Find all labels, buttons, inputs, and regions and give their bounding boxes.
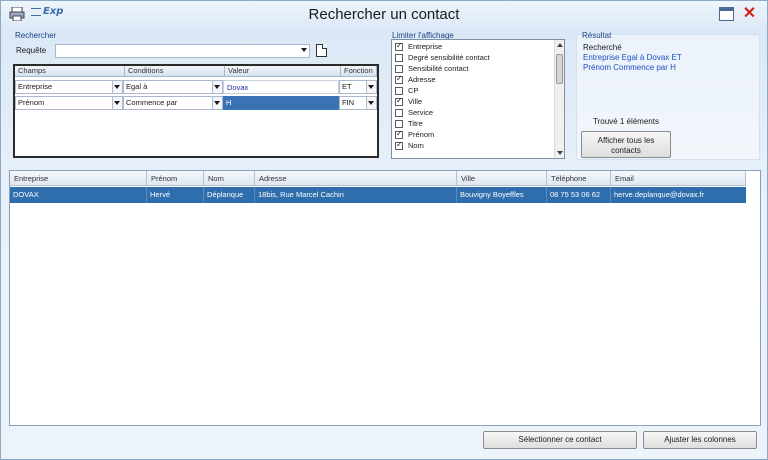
cell-adresse: 18bis, Rue Marcel Cachin [255, 187, 457, 203]
checkbox[interactable] [395, 109, 403, 117]
grid-header-adresse[interactable]: Adresse [255, 171, 457, 186]
checklist-item[interactable]: Prénom [395, 129, 435, 140]
checkbox[interactable] [395, 87, 403, 95]
checklist-item[interactable]: Adresse [395, 74, 436, 85]
cell-telephone: 08 75 53 06 62 [547, 187, 611, 203]
checklist-item-label: CP [408, 86, 419, 95]
checkbox[interactable] [395, 129, 403, 139]
checkbox[interactable] [395, 41, 403, 51]
criteria-function-select[interactable]: ET [339, 80, 377, 94]
checkbox[interactable] [395, 65, 403, 73]
checkbox[interactable] [395, 54, 403, 62]
show-all-contacts-button[interactable]: Afficher tous les contacts [581, 131, 671, 158]
checklist-item[interactable]: Service [395, 108, 433, 118]
criteria-function-select[interactable]: FIN [339, 96, 377, 110]
criteria-function-value: FIN [342, 98, 355, 107]
select-contact-button[interactable]: Sélectionner ce contact [483, 431, 637, 449]
chevron-down-icon [368, 101, 374, 105]
found-count: Trouvé 1 éléments [593, 117, 659, 126]
checklist-item-label: Degré sensibilité contact [408, 53, 490, 62]
query-combobox[interactable] [55, 44, 310, 58]
criteria-field-value: Prénom [18, 98, 45, 107]
grid-header-ville[interactable]: Ville [457, 171, 547, 186]
cell-prenom: Hervé [147, 187, 204, 203]
checklist-item-label: Titre [408, 119, 423, 128]
checklist-item-label: Prénom [408, 130, 435, 139]
criteria-condition-select[interactable]: Egal à [123, 80, 223, 94]
table-row[interactable]: DOVAX Hervé Déplanque 18bis, Rue Marcel … [10, 187, 746, 203]
scroll-down-icon[interactable] [557, 151, 563, 155]
criteria-value-input[interactable]: H [223, 96, 339, 110]
criteria-condition-value: Egal à [126, 82, 148, 91]
criteria-field-select[interactable]: Entreprise [15, 80, 123, 94]
result-searched-label: Recherché [583, 43, 622, 52]
checklist-item[interactable]: Titre [395, 119, 423, 129]
scroll-thumb[interactable] [556, 54, 563, 84]
contact-search-window: Exp Rechercher un contact ✕ Rechercher R… [0, 0, 768, 460]
checklist-item[interactable]: Ville [395, 96, 423, 107]
criteria-field-value: Entreprise [18, 82, 53, 91]
checkbox[interactable] [395, 120, 403, 128]
query-label: Requête [16, 46, 47, 55]
scroll-up-icon[interactable] [557, 43, 563, 47]
chevron-down-icon [214, 101, 220, 105]
criteria-header-value: Valeur [225, 66, 341, 77]
show-all-label-line1: Afficher tous les [597, 136, 655, 145]
criteria-condition-value: Commence par [126, 98, 178, 107]
checkbox[interactable] [395, 74, 403, 84]
checklist-item-label: Service [408, 108, 434, 117]
contacts-grid: Entreprise Prénom Nom Adresse Ville Télé… [9, 170, 761, 426]
grid-header-email[interactable]: Email [611, 171, 746, 186]
grid-header-telephone[interactable]: Téléphone [547, 171, 611, 186]
criteria-header-condition: Conditions [125, 66, 225, 77]
title-bar: Exp Rechercher un contact ✕ [1, 1, 767, 29]
checklist-item[interactable]: Nom [395, 140, 424, 151]
new-document-icon[interactable] [316, 44, 327, 57]
checklist-item[interactable]: Entreprise [395, 41, 443, 52]
chevron-down-icon [368, 85, 374, 89]
checklist-item[interactable]: CP [395, 86, 418, 96]
result-group-label: Résultat [582, 31, 612, 40]
criteria-value-input[interactable]: Dovax [223, 80, 339, 94]
criteria-grid: Champs Conditions Valeur Fonction Entrep… [13, 64, 379, 158]
grid-header-prenom[interactable]: Prénom [147, 171, 204, 186]
result-criteria-line1: Entreprise Egal à Dovax ET [583, 53, 682, 62]
cell-email: herve.deplanque@dovax.fr [614, 190, 705, 199]
criteria-condition-select[interactable]: Commence par [123, 96, 223, 110]
grid-header-nom[interactable]: Nom [204, 171, 255, 186]
window-title: Rechercher un contact [308, 6, 460, 23]
checkbox[interactable] [395, 96, 403, 106]
chevron-down-icon[interactable] [301, 48, 307, 52]
columns-checklist: Entreprise Degré sensibilité contact Sen… [391, 39, 565, 159]
result-criteria-line2: Prénom Commence par H [583, 63, 676, 72]
criteria-header-function: Fonction [341, 66, 377, 77]
checkbox[interactable] [395, 140, 403, 150]
checklist-item-label: Entreprise [408, 42, 443, 51]
close-button[interactable]: ✕ [742, 6, 757, 22]
chevron-down-icon [114, 101, 120, 105]
checklist-item[interactable]: Sensibilité contact [395, 64, 468, 74]
checklist-item-label: Ville [408, 97, 423, 106]
cell-entreprise: DOVAX [10, 187, 147, 203]
checklist-item-label: Sensibilité contact [408, 64, 469, 73]
chevron-down-icon [114, 85, 120, 89]
chevron-down-icon [214, 85, 220, 89]
checklist-item-label: Nom [408, 141, 424, 150]
maximize-button[interactable] [719, 7, 734, 21]
criteria-function-value: ET [342, 82, 352, 91]
search-group-label: Rechercher [15, 31, 57, 40]
checklist-item-label: Adresse [408, 75, 436, 84]
adjust-columns-button[interactable]: Ajuster les colonnes [643, 431, 757, 449]
criteria-header-field: Champs [15, 66, 125, 77]
checklist-item[interactable]: Degré sensibilité contact [395, 53, 490, 63]
criteria-field-select[interactable]: Prénom [15, 96, 123, 110]
cell-nom: Déplanque [204, 187, 255, 203]
cell-ville: Bouvigny Boyeffles [457, 187, 547, 203]
grid-header-entreprise[interactable]: Entreprise [10, 171, 147, 186]
checklist-scrollbar[interactable] [554, 40, 564, 158]
show-all-label-line2: contacts [611, 146, 641, 155]
